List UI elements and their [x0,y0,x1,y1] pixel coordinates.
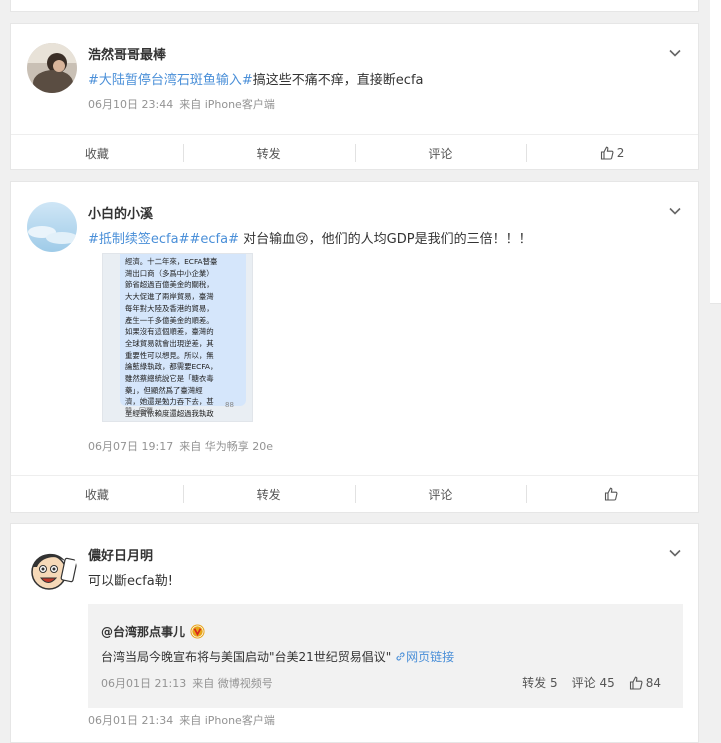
topic-tag-link[interactable]: #大陆暂停台湾石斑鱼输入# [88,73,253,88]
image-count: 88 [225,401,234,409]
topic-tag-link[interactable]: #抵制续签ecfa# [88,232,189,247]
comment-label: 评论 [428,487,453,502]
post-text: 对台输血 [238,232,296,247]
quoted-body: 台湾当局今晚宣布将与美国启动"台美21世纪贸易倡议" [101,650,392,664]
post-source: 来自 华为畅享 20e [179,440,273,453]
post-time[interactable]: 06月10日 23:44 [88,98,173,111]
web-link-label: 网页链接 [406,650,455,664]
thumbs-up-icon [604,487,618,501]
link-icon [396,652,405,661]
chevron-down-icon[interactable] [668,46,682,60]
post-content: #抵制续签ecfa##ecfa# 对台输血😢，他们的人均GDP是我们的三倍！！！ [88,228,532,247]
forward-label: 转发 [256,146,281,161]
collect-label: 收藏 [84,146,109,161]
comment-label: 评论 [428,146,453,161]
post-meta: 06月07日 19:17 来自 华为畅享 20e [88,438,273,454]
avatar[interactable] [27,545,77,595]
forward-button[interactable]: 转发 [182,135,355,171]
post-image[interactable]: 經濟。十二年來，ECFA替臺 灣出口商（多爲中小企業） 節省超過百億美金的關稅，… [102,253,253,422]
topic-tag-link[interactable]: #ecfa# [189,232,238,247]
image-footer: 贊 回覆 [125,407,153,415]
image-text: 經濟。十二年來，ECFA替臺 灣出口商（多爲中小企業） 節省超過百億美金的關稅，… [125,257,218,421]
forward-label: 转发 [256,487,281,502]
action-bar: 收藏 转发 评论 2 [11,134,698,171]
collect-button[interactable]: 收藏 [11,135,183,171]
quoted-source: 来自 微博视频号 [192,677,273,690]
post-text: 搞这些不痛不痒，直接断ecfa [252,73,424,88]
like-count: 2 [616,146,625,160]
username[interactable]: 儂好日月明 [88,545,153,564]
post-source: 来自 iPhone客户端 [179,714,275,727]
post-text: 可以斷ecfa勒! [88,574,173,589]
chevron-down-icon[interactable] [668,204,682,218]
collect-label: 收藏 [84,487,109,502]
post-time[interactable]: 06月01日 21:34 [88,714,173,727]
quoted-meta: 06月01日 21:13 来自 微博视频号 [101,675,273,691]
quoted-actions: 转发 5 评论 45 84 [508,674,661,691]
post-time[interactable]: 06月07日 19:17 [88,440,173,453]
quoted-like-count: 84 [645,675,661,690]
quoted-time[interactable]: 06月01日 21:13 [101,677,186,690]
quoted-comment-button[interactable]: 评论 45 [572,674,615,691]
avatar[interactable] [27,202,77,252]
quoted-like-button[interactable]: 84 [629,676,661,690]
post-card: 儂好日月明 可以斷ecfa勒! @台湾那点事儿 台湾当局今晚宣布将与美国启动"台… [10,523,699,743]
quoted-author[interactable]: @台湾那点事儿 [101,623,205,640]
post-card: 小白的小溪 #抵制续签ecfa##ecfa# 对台输血😢，他们的人均GDP是我们… [10,181,699,513]
collect-button[interactable]: 收藏 [11,476,183,512]
post-content: #大陆暂停台湾石斑鱼输入#搞这些不痛不痒，直接断ecfa [88,69,424,88]
post-meta: 06月10日 23:44 来自 iPhone客户端 [88,96,275,112]
post-source: 来自 iPhone客户端 [179,98,275,111]
username[interactable]: 浩然哥哥最棒 [88,44,166,63]
quoted-text: 台湾当局今晚宣布将与美国启动"台美21世纪贸易倡议" 网页链接 [101,648,454,665]
post-card: 浩然哥哥最棒 #大陆暂停台湾石斑鱼输入#搞这些不痛不痒，直接断ecfa 06月1… [10,23,699,170]
quoted-post[interactable]: @台湾那点事儿 台湾当局今晚宣布将与美国启动"台美21世纪贸易倡议" 网页链接 … [88,604,683,708]
avatar[interactable] [27,43,77,93]
like-button[interactable] [526,476,698,512]
post-meta: 06月01日 21:34 来自 iPhone客户端 [88,712,275,728]
web-link[interactable]: 网页链接 [395,650,454,664]
like-button[interactable]: 2 [526,135,698,171]
comment-button[interactable]: 评论 [354,476,527,512]
crying-emoji-icon: 😢 [295,232,309,247]
forward-button[interactable]: 转发 [182,476,355,512]
verified-badge-icon [190,624,205,639]
previous-post-card [10,0,699,12]
thumbs-up-icon [600,146,614,160]
comment-button[interactable]: 评论 [354,135,527,171]
quoted-author-name: @台湾那点事儿 [101,625,186,639]
thumbs-up-icon [629,676,643,690]
post-text: ，他们的人均GDP是我们的三倍！！！ [308,232,532,247]
quoted-forward-button[interactable]: 转发 5 [522,674,557,691]
username[interactable]: 小白的小溪 [88,203,153,222]
action-bar: 收藏 转发 评论 [11,475,698,512]
chevron-down-icon[interactable] [668,546,682,560]
adjacent-panel [710,0,721,304]
